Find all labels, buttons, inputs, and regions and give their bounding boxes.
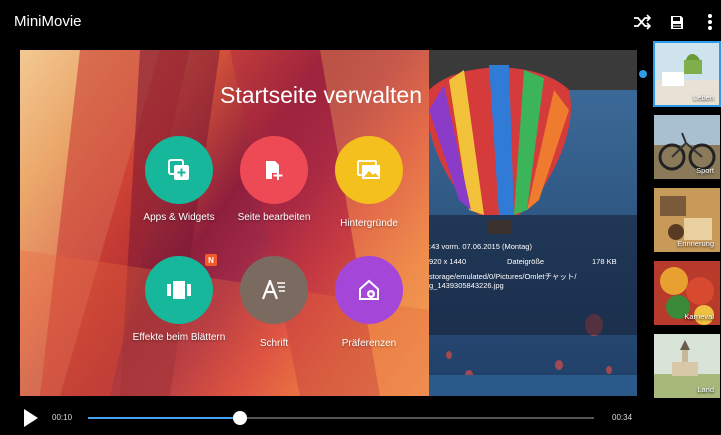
seek-bar[interactable] — [88, 411, 594, 425]
total-time: 00:34 — [612, 413, 633, 422]
photo-info-panel: :43 vorm. 07.06.2015 (Montag) 920 x 1440… — [429, 215, 637, 335]
photo-datetime: :43 vorm. 07.06.2015 (Montag) — [429, 242, 532, 251]
save-icon[interactable] — [667, 12, 687, 32]
photo-frame: :43 vorm. 07.06.2015 (Montag) 920 x 1440… — [429, 50, 637, 396]
tile-label: Präferenzen — [341, 338, 397, 349]
photo-filename: g_1439305843226.jpg — [429, 281, 504, 290]
shuffle-icon[interactable] — [632, 12, 652, 32]
photo-resolution: 920 x 1440 — [429, 257, 467, 266]
apps-widgets-icon — [168, 159, 189, 180]
theme-thumb-leben[interactable]: Leben — [653, 41, 721, 107]
wallpaper-icon — [357, 160, 380, 179]
theme-label: Sport — [696, 166, 714, 175]
theme-label: Land — [697, 385, 714, 394]
file-size-value: 178 KB — [592, 257, 617, 266]
tile-preferences[interactable]: Präferenzen — [309, 256, 429, 349]
theme-label: Karneval — [684, 312, 714, 321]
theme-label: Erinnerung — [677, 239, 714, 248]
preferences-button[interactable] — [335, 256, 403, 324]
edit-page-button[interactable] — [240, 136, 308, 204]
more-vert-icon[interactable] — [700, 12, 720, 32]
theme-label: Leben — [693, 93, 714, 102]
seek-bar-progress — [88, 417, 240, 419]
video-preview[interactable]: Startseite verwalten Apps & Widgets Seit… — [20, 50, 637, 396]
seek-handle[interactable] — [232, 411, 247, 425]
overlay-title: Startseite verwalten — [220, 82, 422, 108]
preferences-icon — [359, 279, 379, 300]
tile-label: Hintergründe — [340, 218, 398, 229]
play-icon[interactable] — [24, 409, 38, 427]
home-screen-frame: Startseite verwalten Apps & Widgets Seit… — [20, 50, 429, 396]
theme-thumb-sport[interactable]: Sport — [654, 115, 720, 179]
player-bar: 00:10 00:34 — [0, 400, 721, 435]
font-button[interactable] — [240, 256, 308, 324]
scroll-effects-icon — [167, 281, 191, 299]
apps-widgets-button[interactable] — [145, 136, 213, 204]
theme-thumb-erinnerung[interactable]: Erinnerung — [654, 188, 720, 252]
edit-page-icon — [266, 161, 283, 180]
theme-thumb-karneval[interactable]: Karneval — [654, 261, 720, 325]
selected-indicator — [639, 70, 647, 78]
app-title: MiniMovie — [14, 13, 82, 30]
top-bar: MiniMovie — [0, 0, 721, 44]
wallpaper-button[interactable] — [335, 136, 403, 204]
tile-wallpapers[interactable]: Hintergründe — [309, 136, 429, 229]
theme-thumb-land[interactable]: Land — [654, 334, 720, 398]
current-time: 00:10 — [52, 413, 73, 422]
file-size-label: Dateigröße — [507, 257, 545, 266]
scroll-effects-button[interactable]: N — [145, 254, 217, 324]
font-icon — [262, 280, 285, 300]
